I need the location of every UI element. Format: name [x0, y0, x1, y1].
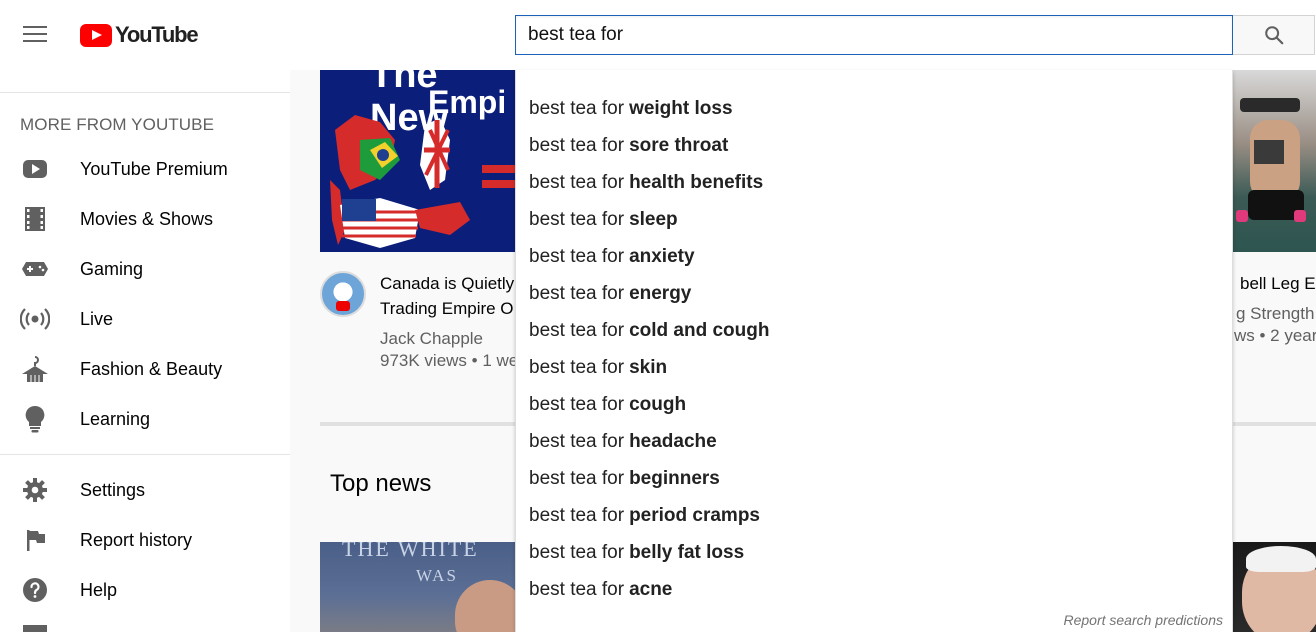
sidebar-item-fashion-beauty[interactable]: Fashion & Beauty — [0, 344, 290, 394]
suggestion-item[interactable]: best tea for headache — [516, 423, 1232, 460]
report-search-predictions-link[interactable]: Report search predictions — [1063, 612, 1223, 628]
sidebar-divider — [0, 92, 290, 93]
gamepad-icon — [20, 254, 50, 284]
dumbbell-shape — [1240, 98, 1300, 112]
suggestion-item[interactable]: best tea for sore throat — [516, 127, 1232, 164]
suggestion-item[interactable]: best tea for health benefits — [516, 164, 1232, 201]
suggestion-item[interactable]: best tea for weight loss — [516, 90, 1232, 127]
person-shape — [455, 580, 520, 632]
search-input[interactable] — [516, 16, 1232, 54]
suggestion-item[interactable]: best tea for cough — [516, 386, 1232, 423]
sidebar-item-label: Learning — [80, 408, 151, 429]
video-stats: ws • 2 years — [1234, 326, 1316, 345]
suggestion-item[interactable]: best tea for period cramps — [516, 497, 1232, 534]
youtube-play-icon — [80, 23, 112, 47]
sidebar-item-label: Fashion & Beauty — [80, 358, 223, 379]
shoe-shape — [1294, 210, 1306, 222]
suggestion-item[interactable]: best tea for cold and cough — [516, 312, 1232, 349]
sidebar-item-label: Report history — [80, 529, 193, 550]
sidebar-heading: MORE FROM YOUTUBE — [20, 115, 215, 134]
sidebar: MORE FROM YOUTUBE YouTube Premium Movies… — [0, 70, 290, 632]
sports-bra-shape — [1254, 140, 1284, 164]
channel-name[interactable]: g Strength — [1236, 304, 1314, 324]
video-title[interactable]: bell Leg Exe — [1240, 274, 1316, 294]
section-title: Top news — [330, 470, 432, 497]
youtube-badge-icon — [336, 301, 350, 311]
hamburger-menu-icon[interactable] — [23, 26, 47, 44]
sidebar-item-youtube-premium[interactable]: YouTube Premium — [0, 144, 290, 194]
youtube-premium-icon — [20, 154, 50, 184]
lightbulb-icon — [20, 404, 50, 434]
search-button[interactable] — [1233, 15, 1315, 55]
live-broadcast-icon — [20, 304, 50, 334]
sidebar-item-label: Live — [80, 308, 114, 329]
search-box[interactable] — [515, 15, 1233, 55]
suggestion-item[interactable]: best tea for beginners — [516, 460, 1232, 497]
suggestion-item[interactable]: best tea for sleep — [516, 201, 1232, 238]
video-thumbnail[interactable] — [1232, 542, 1316, 632]
film-icon — [20, 204, 50, 234]
suggestion-item[interactable]: best tea for acne — [516, 571, 1232, 608]
hanger-icon — [20, 354, 50, 384]
shoe-shape — [1236, 210, 1248, 222]
sidebar-item-help[interactable]: Help — [0, 565, 290, 615]
thumbnail-text: THE WHITE — [342, 542, 479, 561]
sidebar-item-live[interactable]: Live — [0, 294, 290, 344]
video-thumbnail[interactable]: The New Empi — [320, 70, 520, 252]
video-thumbnail[interactable] — [1232, 70, 1316, 252]
search-icon — [1264, 26, 1283, 45]
sidebar-item-settings[interactable]: Settings — [0, 465, 290, 515]
sidebar-item-label: Gaming — [80, 258, 144, 279]
suggestion-item[interactable]: best tea for energy — [516, 275, 1232, 312]
logo-text: YouTube — [115, 22, 199, 47]
help-icon — [20, 575, 50, 605]
video-thumbnail[interactable]: THE WHITE WAS — [320, 542, 520, 632]
suggestion-item[interactable]: best tea for anxiety — [516, 238, 1232, 275]
sidebar-item-report-history[interactable]: Report history — [0, 515, 290, 565]
sidebar-item-label: Help — [80, 579, 118, 600]
map-illustration — [330, 115, 520, 248]
video-title[interactable]: Canada is Quietly — [380, 274, 514, 294]
search-suggestions-dropdown: best tea for weight loss best tea for sore… — [515, 70, 1233, 632]
channel-name[interactable]: Jack Chapple — [380, 329, 483, 349]
youtube-logo[interactable]: YouTube — [80, 22, 199, 48]
gear-icon — [20, 475, 50, 505]
sidebar-item-learning[interactable]: Learning — [0, 394, 290, 444]
thumbnail-text: WAS — [416, 566, 458, 585]
flag-icon — [20, 525, 50, 555]
sidebar-item-gaming[interactable]: Gaming — [0, 244, 290, 294]
video-stats: 973K views • 1 we — [380, 351, 519, 370]
sidebar-item-movies-shows[interactable]: Movies & Shows — [0, 194, 290, 244]
sidebar-item-label: YouTube Premium — [80, 158, 228, 179]
suggestion-item[interactable]: best tea for skin — [516, 349, 1232, 386]
sidebar-item-label: Settings — [80, 479, 146, 500]
sidebar-divider — [0, 454, 290, 455]
feedback-icon — [23, 625, 47, 632]
sidebar-item-label: Movies & Shows — [80, 208, 214, 229]
hair-shape — [1246, 546, 1316, 572]
video-title[interactable]: Trading Empire O — [380, 299, 514, 319]
suggestion-item[interactable]: best tea for belly fat loss — [516, 534, 1232, 571]
